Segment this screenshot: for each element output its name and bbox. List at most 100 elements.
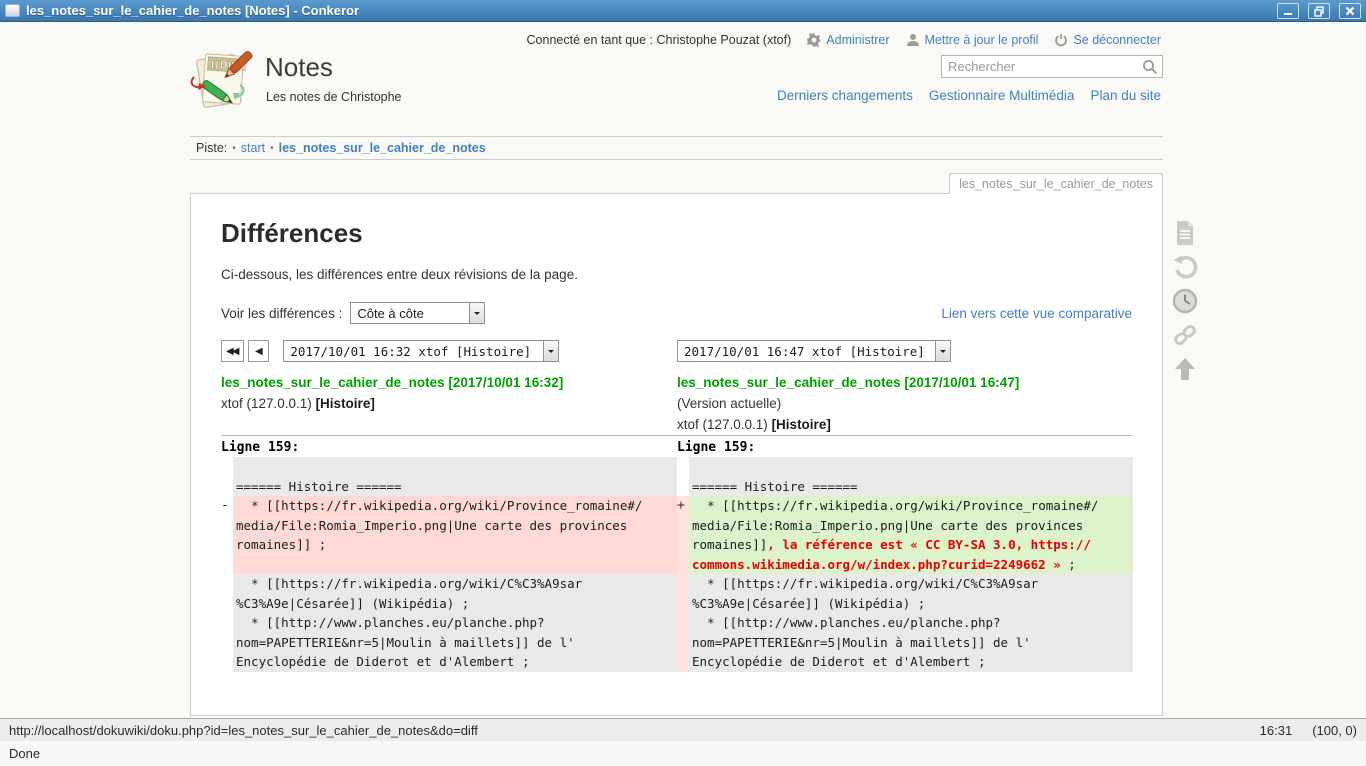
user-icon xyxy=(906,33,920,47)
breadcrumb: Piste: • start • les_notes_sur_le_cahier… xyxy=(190,136,1163,160)
user-toolbar: Connecté en tant que : Christophe Pouzat… xyxy=(527,33,1161,47)
logout-link[interactable]: Se déconnecter xyxy=(1054,33,1161,47)
scroll-position: (100, 0) xyxy=(1312,723,1357,738)
search-input[interactable] xyxy=(942,59,1138,74)
back-to-top-button[interactable] xyxy=(1172,356,1198,382)
diff-text-block: * [[https://fr.wikipedia.org/wiki/C%C3%A… xyxy=(233,574,677,672)
diff-marker xyxy=(221,574,233,672)
close-button[interactable] xyxy=(1339,3,1361,19)
breadcrumb-separator: • xyxy=(270,143,274,154)
right-revision-value: 2017/10/01 16:47 xtof [Histoire] xyxy=(678,344,931,359)
right-revision-history: [Histoire] xyxy=(772,417,831,432)
admin-link[interactable]: Administrer xyxy=(807,33,889,47)
backlinks-button[interactable] xyxy=(1172,322,1198,348)
chevron-down-icon xyxy=(543,341,558,361)
status-bar: http://localhost/dokuwiki/doku.php?id=le… xyxy=(0,718,1366,741)
right-revision-select[interactable]: 2017/10/01 16:47 xtof [Histoire] xyxy=(677,340,951,362)
diff-marker xyxy=(677,457,689,496)
right-revision-current: (Version actuelle) xyxy=(677,393,1133,414)
view-diff-label: Voir les différences : xyxy=(221,306,342,321)
clock-icon xyxy=(1172,288,1198,314)
diff-line-headers: Ligne 159: Ligne 159: xyxy=(221,436,1132,457)
revision-nav-row: ◀◀ ◀ 2017/10/01 16:32 xtof [Histoire] 20… xyxy=(221,340,1132,362)
restore-button[interactable] xyxy=(1308,3,1330,19)
left-revision-link[interactable]: les_notes_sur_le_cahier_de_notes [2017/1… xyxy=(221,375,563,390)
update-profile-label: Mettre à jour le profil xyxy=(925,33,1039,47)
previous-revision-button[interactable]: ◀ xyxy=(248,340,269,362)
right-revision-link[interactable]: les_notes_sur_le_cahier_de_notes [2017/1… xyxy=(677,375,1019,390)
minibuffer: Done xyxy=(0,741,1366,766)
view-mode-select[interactable]: Côte à côte xyxy=(350,302,485,324)
left-line-header: Ligne 159: xyxy=(221,440,677,455)
logged-in-text: Connecté en tant que : Christophe Pouzat… xyxy=(527,33,792,47)
window-titlebar: les_notes_sur_le_cahier_de_notes [Notes]… xyxy=(0,0,1366,22)
diff-row: * [[https://fr.wikipedia.org/wiki/C%C3%A… xyxy=(677,574,1133,672)
diff-row: + * [[https://fr.wikipedia.org/wiki/Prov… xyxy=(677,496,1133,574)
sitemap-link[interactable]: Plan du site xyxy=(1090,88,1161,103)
page-id-tab: les_notes_sur_le_cahier_de_notes xyxy=(949,173,1163,194)
view-mode-value: Côte à côte xyxy=(351,306,430,321)
old-revisions-button[interactable] xyxy=(1172,288,1198,314)
content-panel: Différences Ci-dessous, les différences … xyxy=(190,193,1163,716)
dokuwiki-logo-image: [[DW]] xyxy=(188,49,256,113)
diff-column-new: ====== Histoire ======+ * [[https://fr.w… xyxy=(677,457,1133,672)
media-manager-link[interactable]: Gestionnaire Multimédia xyxy=(929,88,1075,103)
admin-link-label: Administrer xyxy=(826,33,889,47)
diff-row: - * [[https://fr.wikipedia.org/wiki/Prov… xyxy=(221,496,677,574)
logout-label: Se déconnecter xyxy=(1073,33,1161,47)
diff-row: ====== Histoire ====== xyxy=(221,457,677,496)
breadcrumb-item-current[interactable]: les_notes_sur_le_cahier_de_notes xyxy=(279,141,486,155)
revision-headers: les_notes_sur_le_cahier_de_notes [2017/1… xyxy=(221,372,1132,435)
window-title: les_notes_sur_le_cahier_de_notes [Notes]… xyxy=(26,3,1268,18)
page-tools xyxy=(1172,220,1198,382)
chevron-down-icon xyxy=(935,341,950,361)
dokuwiki-logo[interactable]: [[DW]] xyxy=(188,49,256,113)
revert-button[interactable] xyxy=(1172,254,1198,280)
diff-marker xyxy=(677,574,689,672)
breadcrumb-item-start[interactable]: start xyxy=(241,141,265,155)
diff-row: ====== Histoire ====== xyxy=(677,457,1133,496)
breadcrumb-separator: • xyxy=(232,143,236,154)
right-revision-author: xtof (127.0.0.1) xyxy=(677,417,772,432)
left-revision-history: [Histoire] xyxy=(316,396,375,411)
diff-text-block: * [[https://fr.wikipedia.org/wiki/Provin… xyxy=(689,496,1133,574)
minibuffer-message: Done xyxy=(9,746,40,761)
chevron-down-icon xyxy=(469,303,484,323)
left-revision-value: 2017/10/01 16:32 xtof [Histoire] xyxy=(284,344,537,359)
browser-viewport: Connecté en tant que : Christophe Pouzat… xyxy=(0,22,1366,718)
recent-changes-link[interactable]: Derniers changements xyxy=(777,88,913,103)
page-title: Différences xyxy=(221,218,1132,249)
link-icon xyxy=(1172,322,1198,348)
minimize-button[interactable] xyxy=(1277,3,1299,19)
page-source-button[interactable] xyxy=(1172,220,1198,246)
power-icon xyxy=(1054,33,1068,47)
double-left-arrow-icon: ◀◀ xyxy=(226,346,237,357)
diff-row: * [[https://fr.wikipedia.org/wiki/C%C3%A… xyxy=(221,574,677,672)
document-icon xyxy=(1173,220,1197,246)
minimize-icon xyxy=(1282,5,1294,17)
search-box xyxy=(941,55,1163,78)
current-url: http://localhost/dokuwiki/doku.php?id=le… xyxy=(9,723,1260,738)
search-button[interactable] xyxy=(1138,56,1162,77)
diff-intro-text: Ci-dessous, les différences entre deux r… xyxy=(221,267,1132,282)
diff-view-row: Voir les différences : Côte à côte Lien … xyxy=(221,302,1132,324)
right-line-header: Ligne 159: xyxy=(677,440,1133,455)
site-nav-links: Derniers changements Gestionnaire Multim… xyxy=(777,88,1161,103)
undo-icon xyxy=(1172,254,1198,280)
arrow-up-icon xyxy=(1174,357,1196,381)
site-title: Notes xyxy=(265,52,333,83)
compare-view-link[interactable]: Lien vers cette vue comparative xyxy=(941,306,1132,321)
diff-marker xyxy=(221,457,233,496)
clock-text: 16:31 xyxy=(1260,723,1293,738)
diff-text-block: ====== Histoire ====== xyxy=(233,457,677,496)
diff-table: ====== Histoire ======- * [[https://fr.w… xyxy=(221,457,1132,672)
breadcrumb-label: Piste: xyxy=(196,141,227,155)
left-revision-select[interactable]: 2017/10/01 16:32 xtof [Histoire] xyxy=(283,340,559,362)
first-revision-button[interactable]: ◀◀ xyxy=(221,340,244,362)
diff-column-old: ====== Histoire ======- * [[https://fr.w… xyxy=(221,457,677,672)
update-profile-link[interactable]: Mettre à jour le profil xyxy=(906,33,1039,47)
search-icon xyxy=(1142,59,1158,75)
restore-icon xyxy=(1313,5,1325,17)
window-icon xyxy=(5,4,20,17)
diff-text-block: * [[https://fr.wikipedia.org/wiki/Provin… xyxy=(233,496,677,574)
